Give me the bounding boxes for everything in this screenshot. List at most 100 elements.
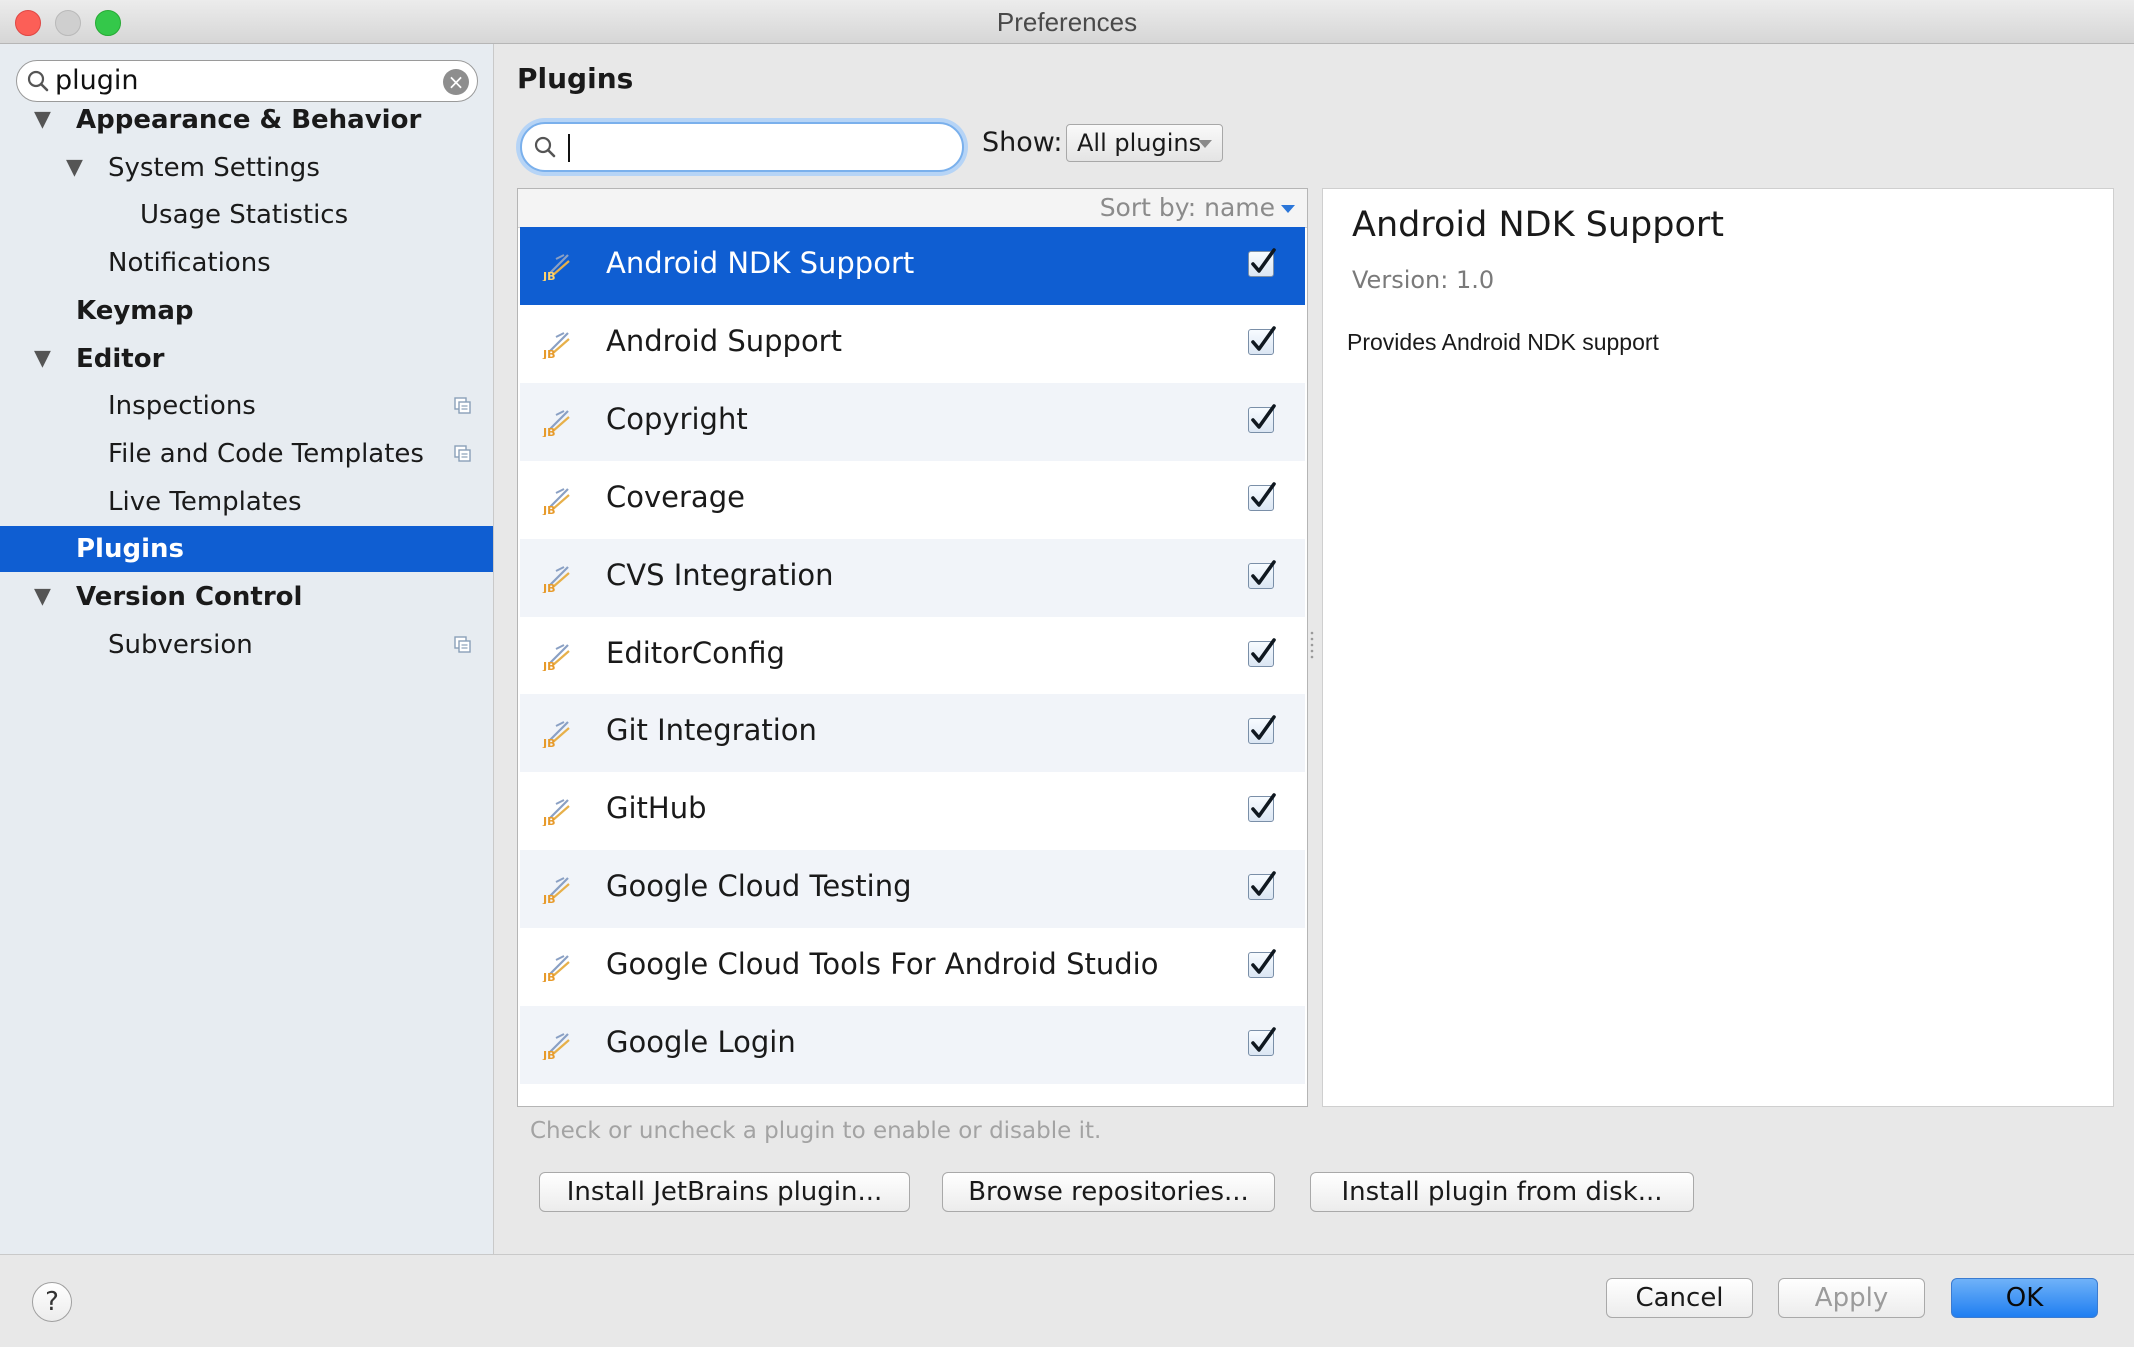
sidebar-item-keymap[interactable]: Keymap bbox=[0, 288, 493, 334]
plugin-name: Android Support bbox=[606, 323, 842, 358]
plugin-row[interactable]: JB GitHub bbox=[520, 772, 1305, 850]
sidebar-item-label: File and Code Templates bbox=[108, 438, 424, 469]
plugin-list: Sort by: name JB Android NDK Support JB And… bbox=[517, 188, 1308, 1107]
plugin-enabled-checkbox[interactable] bbox=[1248, 637, 1276, 667]
plugin-detail-title: Android NDK Support bbox=[1352, 205, 1725, 245]
svg-text:JB: JB bbox=[542, 737, 555, 748]
cancel-button[interactable]: Cancel bbox=[1606, 1278, 1753, 1318]
splitter-handle[interactable] bbox=[1309, 630, 1315, 660]
plugin-enabled-checkbox[interactable] bbox=[1248, 715, 1276, 745]
svg-text:JB: JB bbox=[542, 1049, 555, 1060]
plugin-enabled-checkbox[interactable] bbox=[1248, 326, 1276, 355]
plugin-enabled-checkbox[interactable] bbox=[1248, 793, 1276, 823]
browse-repositories-button[interactable]: Browse repositories... bbox=[942, 1172, 1275, 1212]
plugin-row[interactable]: JB Google Login bbox=[520, 1006, 1305, 1084]
settings-sidebar: × ▼ Appearance & Behavior ▼ System Settings… bbox=[0, 44, 494, 1254]
svg-text:JB: JB bbox=[542, 270, 555, 281]
sidebar-item-label: Usage Statistics bbox=[140, 200, 349, 231]
sidebar-item-inspections[interactable]: Inspections bbox=[0, 383, 493, 429]
plugin-name: Git Integration bbox=[606, 713, 817, 748]
sidebar-item-label: Appearance & Behavior bbox=[76, 105, 422, 135]
sidebar-item-label: Editor bbox=[76, 343, 165, 374]
plugin-icon: JB bbox=[542, 955, 570, 982]
plugin-search-input[interactable] bbox=[566, 131, 946, 163]
show-filter-value: All plugins bbox=[1077, 129, 1202, 157]
ok-button[interactable]: OK bbox=[1951, 1278, 2098, 1318]
plugin-enabled-checkbox[interactable] bbox=[1248, 1027, 1276, 1056]
sidebar-item-usage-statistics[interactable]: Usage Statistics bbox=[0, 192, 493, 238]
checkmark-icon bbox=[1251, 481, 1276, 507]
expand-arrow-icon[interactable]: ▼ bbox=[34, 574, 51, 620]
plugin-list-hint: Check or uncheck a plugin to enable or d… bbox=[530, 1118, 1102, 1144]
plugin-enabled-checkbox[interactable] bbox=[1248, 871, 1276, 901]
show-filter-dropdown[interactable]: All plugins bbox=[1066, 124, 1223, 162]
sidebar-item-subversion[interactable]: Subversion bbox=[0, 622, 493, 668]
plugin-row[interactable]: JB EditorConfig bbox=[520, 617, 1305, 695]
plugin-row[interactable]: JB Android Support bbox=[520, 305, 1305, 383]
sidebar-item-label: Keymap bbox=[76, 295, 194, 326]
settings-search-input[interactable] bbox=[55, 65, 445, 95]
plugin-name: Coverage bbox=[606, 479, 745, 514]
svg-text:JB: JB bbox=[542, 815, 555, 826]
plugin-row[interactable]: JB Git Integration bbox=[520, 694, 1305, 773]
text-caret bbox=[568, 134, 570, 162]
title-bar: Preferences bbox=[0, 0, 2134, 44]
expand-arrow-icon[interactable]: ▼ bbox=[34, 336, 51, 382]
sidebar-item-plugins[interactable]: Plugins bbox=[0, 526, 493, 573]
install-jetbrains-plugin-button[interactable]: Install JetBrains plugin... bbox=[539, 1172, 910, 1212]
plugin-name: EditorConfig bbox=[606, 635, 785, 670]
plugin-icon: JB bbox=[542, 254, 570, 281]
plugin-detail-description: Provides Android NDK support bbox=[1347, 329, 1659, 355]
checkmark-icon bbox=[1251, 793, 1276, 819]
svg-text:JB: JB bbox=[542, 582, 555, 593]
plugin-name: Android NDK Support bbox=[606, 246, 915, 280]
sidebar-item-appearance-behavior[interactable]: ▼ Appearance & Behavior bbox=[0, 97, 493, 143]
plugin-name: GitHub bbox=[606, 791, 707, 826]
chevron-down-icon bbox=[1198, 140, 1212, 148]
sidebar-item-file-and-code-templates[interactable]: File and Code Templates bbox=[0, 431, 493, 477]
svg-text:JB: JB bbox=[542, 348, 555, 359]
sidebar-item-notifications[interactable]: Notifications bbox=[0, 240, 493, 286]
sidebar-item-label: System Settings bbox=[108, 152, 320, 183]
plugin-row[interactable]: JB Google Cloud Tools For Android Studio bbox=[520, 928, 1305, 1006]
help-button[interactable]: ? bbox=[32, 1282, 72, 1322]
plugin-search-box[interactable] bbox=[520, 122, 964, 172]
plugin-row[interactable]: JB Android NDK Support bbox=[520, 227, 1305, 305]
install-plugin-from-disk-button[interactable]: Install plugin from disk... bbox=[1310, 1172, 1694, 1212]
checkmark-icon bbox=[1251, 1027, 1276, 1052]
plugin-enabled-checkbox[interactable] bbox=[1248, 949, 1276, 979]
checkmark-icon bbox=[1251, 715, 1276, 741]
plugin-row[interactable]: JB Google Cloud Testing bbox=[520, 850, 1305, 929]
checkmark-icon bbox=[1251, 403, 1276, 429]
sidebar-item-live-templates[interactable]: Live Templates bbox=[0, 479, 493, 525]
plugin-enabled-checkbox[interactable] bbox=[1248, 559, 1276, 589]
clear-search-icon[interactable]: × bbox=[443, 69, 469, 95]
copy-icon bbox=[454, 445, 471, 462]
preferences-window: Preferences × ▼ Appearance & Behavior ▼ Sys… bbox=[0, 0, 2134, 1347]
sidebar-item-version-control[interactable]: ▼ Version Control bbox=[0, 574, 493, 620]
sidebar-item-label: Subversion bbox=[108, 629, 253, 660]
expand-arrow-icon[interactable]: ▼ bbox=[66, 145, 83, 191]
plugin-row[interactable]: JB Copyright bbox=[520, 382, 1305, 461]
svg-text:JB: JB bbox=[542, 660, 555, 671]
plugin-enabled-checkbox[interactable] bbox=[1248, 403, 1276, 433]
expand-arrow-icon[interactable]: ▼ bbox=[34, 97, 51, 143]
apply-button[interactable]: Apply bbox=[1778, 1278, 1925, 1318]
sidebar-item-system-settings[interactable]: ▼ System Settings bbox=[0, 145, 493, 191]
plugin-icon: JB bbox=[542, 409, 570, 437]
sort-bar[interactable]: Sort by: name bbox=[518, 189, 1307, 228]
settings-search-box[interactable]: × bbox=[16, 60, 478, 102]
sidebar-item-editor[interactable]: ▼ Editor bbox=[0, 336, 493, 382]
checkmark-icon bbox=[1251, 637, 1276, 663]
plugin-row[interactable]: JB Coverage bbox=[520, 461, 1305, 539]
plugin-row[interactable]: JB CVS Integration bbox=[520, 538, 1305, 617]
plugin-name: Google Cloud Tools For Android Studio bbox=[606, 947, 1159, 982]
plugin-enabled-checkbox[interactable] bbox=[1248, 481, 1276, 511]
plugin-enabled-checkbox[interactable] bbox=[1248, 248, 1276, 277]
plugin-icon: JB bbox=[542, 643, 570, 671]
plugin-detail-panel: Android NDK Support Version: 1.0 Provide… bbox=[1322, 188, 2114, 1107]
search-icon bbox=[534, 136, 556, 158]
sort-by-label[interactable]: Sort by: name bbox=[1100, 193, 1275, 222]
checkmark-icon bbox=[1251, 326, 1276, 351]
window-title: Preferences bbox=[996, 7, 1138, 37]
